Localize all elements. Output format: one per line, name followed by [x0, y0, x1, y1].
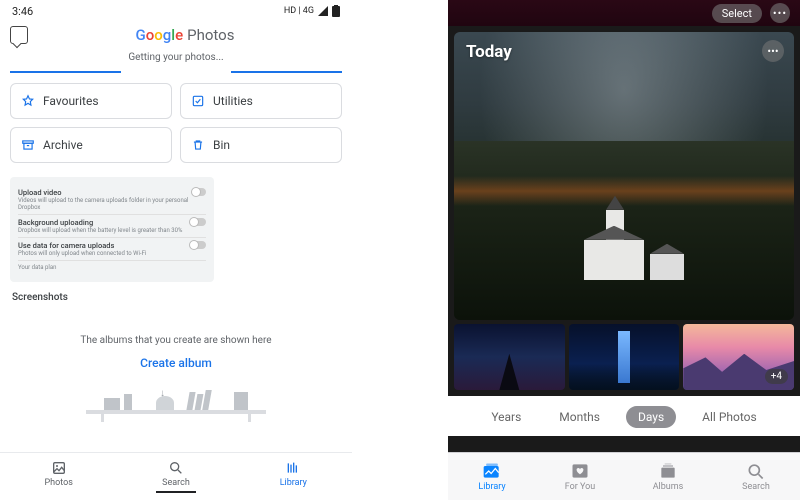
favourites-label: Favourites	[43, 94, 99, 108]
battery-icon	[332, 5, 340, 17]
setting-sub: Videos will upload to the camera uploads…	[18, 197, 192, 211]
nav-library[interactable]: Library	[235, 453, 352, 500]
nav-library[interactable]: Library	[448, 453, 536, 500]
nav-search[interactable]: Search	[117, 453, 234, 500]
hero-subject	[564, 200, 684, 280]
ios-toolbar: Select •••	[448, 0, 800, 26]
create-album-button[interactable]: Create album	[0, 356, 352, 370]
toggle-icon	[190, 241, 206, 249]
photos-icon	[51, 460, 67, 476]
archive-icon	[21, 138, 35, 152]
nav-library-label: Library	[280, 478, 307, 488]
setting-sub: Dropbox will upload when the battery lev…	[18, 227, 182, 234]
nav-foryou-label: For You	[565, 482, 596, 492]
search-icon	[746, 462, 766, 480]
nav-for-you[interactable]: For You	[536, 453, 624, 500]
google-wordmark: Google	[136, 26, 184, 44]
star-icon	[21, 94, 35, 108]
status-time: 3:46	[12, 5, 33, 18]
nav-search-label: Search	[162, 478, 190, 488]
setting-title: Background uploading	[18, 218, 182, 227]
hero-more-button[interactable]: •••	[762, 40, 784, 62]
plan-label: Your data plan	[18, 264, 56, 271]
setting-row: Use data for camera uploadsPhotos will o…	[18, 237, 206, 260]
sync-status: Getting your photos...	[0, 46, 352, 71]
tabs-indicator	[10, 71, 342, 73]
archive-label: Archive	[43, 138, 83, 152]
bin-label: Bin	[213, 138, 230, 152]
archive-chip[interactable]: Archive	[10, 127, 172, 163]
screenshot-thumbnail[interactable]: Upload videoVideos will upload to the ca…	[10, 177, 214, 282]
status-indicators: HD | 4G	[284, 5, 340, 17]
setting-row: Background uploadingDropbox will upload …	[18, 214, 206, 237]
app-header: Google Photos	[0, 22, 352, 46]
setting-title: Use data for camera uploads	[18, 241, 146, 250]
utilities-icon	[191, 94, 205, 108]
more-button[interactable]: •••	[770, 3, 790, 23]
nav-albums[interactable]: Albums	[624, 453, 712, 500]
thumbnail[interactable]	[569, 324, 680, 390]
setting-title: Upload video	[18, 188, 192, 197]
albums-icon	[658, 462, 678, 480]
tab-indicator-secondary	[231, 71, 342, 73]
search-icon	[168, 460, 184, 476]
thumbnail-row: +4	[454, 324, 794, 390]
heart-icon	[570, 462, 590, 480]
android-status-bar: 3:46 HD | 4G	[0, 0, 352, 22]
nav-albums-label: Albums	[653, 482, 684, 492]
hero-title: Today	[466, 42, 512, 62]
more-count-badge: +4	[765, 369, 788, 384]
photos-label: Photos	[187, 26, 234, 44]
thumbnail[interactable]: +4	[683, 324, 794, 390]
today-hero-photo[interactable]: Today •••	[454, 32, 794, 320]
thumbnail[interactable]	[454, 324, 565, 390]
segment-months[interactable]: Months	[547, 406, 612, 428]
segment-days[interactable]: Days	[626, 406, 676, 428]
nav-search[interactable]: Search	[712, 453, 800, 500]
segment-years[interactable]: Years	[479, 406, 533, 428]
utilities-chip[interactable]: Utilities	[180, 83, 342, 119]
library-shortcuts: Favourites Utilities Archive Bin	[0, 73, 352, 173]
screenshots-album-label[interactable]: Screenshots	[0, 286, 352, 309]
setting-sub: Photos will only upload when connected t…	[18, 250, 146, 257]
empty-shelf-illustration	[86, 382, 266, 422]
library-icon	[285, 460, 301, 476]
trash-icon	[191, 138, 205, 152]
setting-row: Upload videoVideos will upload to the ca…	[18, 185, 206, 214]
library-icon	[482, 462, 502, 480]
nav-photos[interactable]: Photos	[0, 453, 117, 500]
ios-bottom-nav: Library For You Albums Search	[448, 452, 800, 500]
bin-chip[interactable]: Bin	[180, 127, 342, 163]
nav-photos-label: Photos	[44, 478, 72, 488]
setting-row: Your data plan	[18, 260, 206, 274]
nav-search-label: Search	[742, 482, 770, 492]
select-button[interactable]: Select	[712, 4, 762, 23]
time-segment-control: Years Months Days All Photos	[448, 396, 800, 436]
google-photos-screen: 3:46 HD | 4G Google Photos Getting your …	[0, 0, 352, 500]
feedback-icon[interactable]	[10, 26, 28, 44]
albums-empty-hint: The albums that you create are shown her…	[0, 335, 352, 346]
signal-icon	[318, 6, 328, 16]
network-label: HD | 4G	[284, 6, 314, 16]
app-title: Google Photos	[136, 26, 235, 44]
toggle-icon	[192, 188, 206, 196]
utilities-label: Utilities	[213, 94, 253, 108]
segment-all-photos[interactable]: All Photos	[690, 406, 769, 428]
nav-library-label: Library	[478, 482, 505, 492]
ios-photos-screen: Select ••• Today ••• +4 Years Months Day…	[448, 0, 800, 500]
favourites-chip[interactable]: Favourites	[10, 83, 172, 119]
tab-indicator-active	[10, 71, 121, 73]
toggle-icon	[190, 218, 206, 226]
bottom-nav: Photos Search Library	[0, 452, 352, 500]
